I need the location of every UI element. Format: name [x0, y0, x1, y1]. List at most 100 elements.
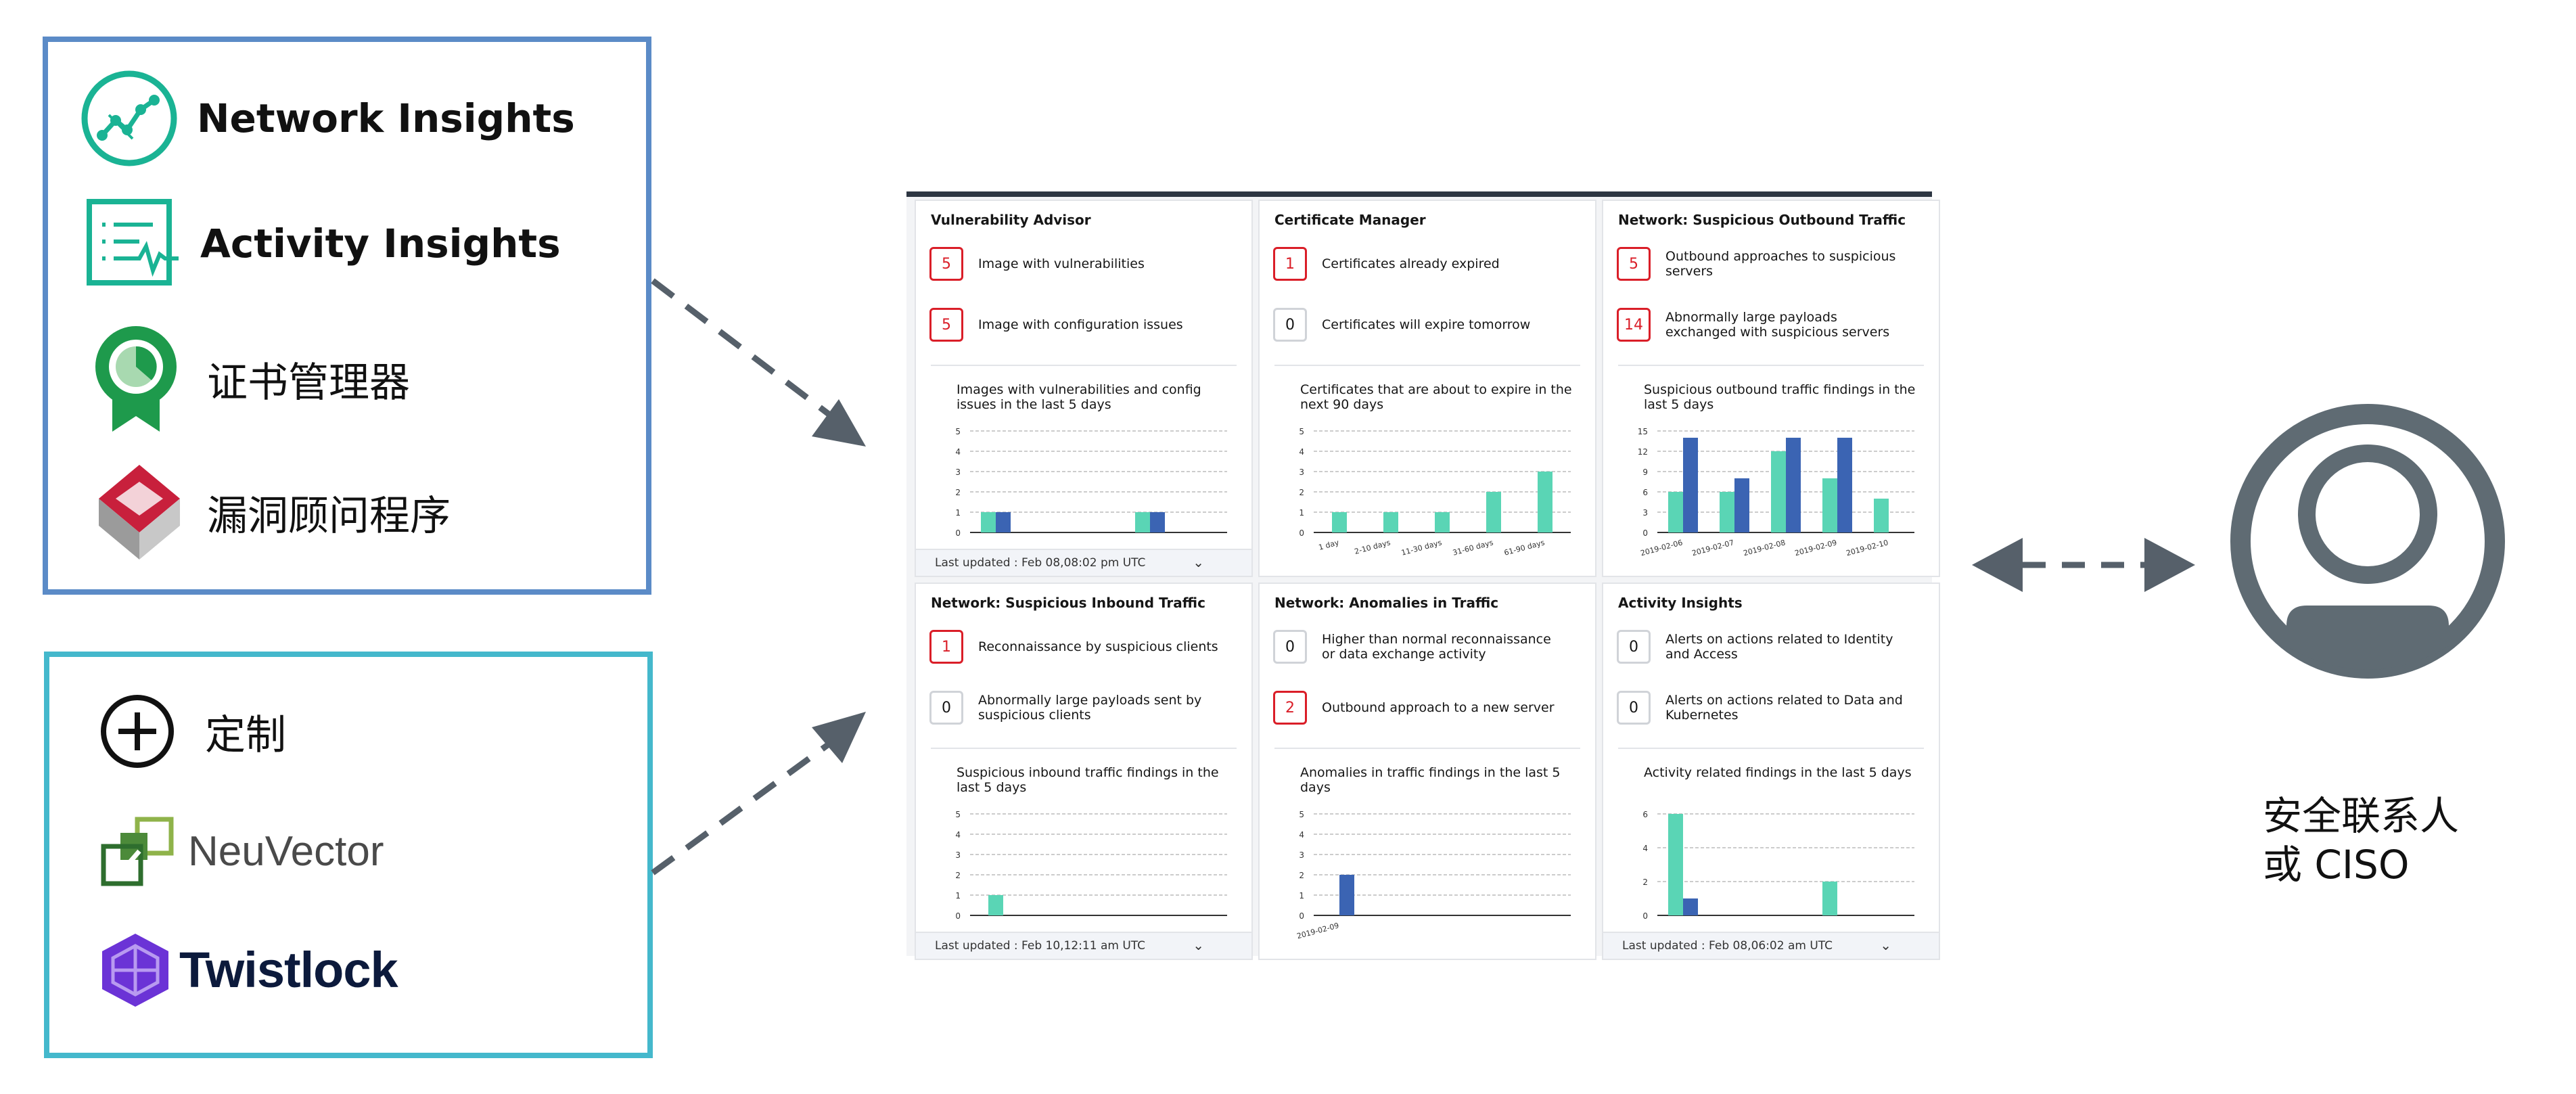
count-badge: 0	[1273, 630, 1307, 664]
x-tick-label: 2019-02-06	[1640, 538, 1684, 557]
count-badge: 1	[1273, 247, 1307, 281]
chart-title: Suspicious inbound traffic findings in t…	[957, 765, 1219, 795]
y-tick-label: 2	[1299, 488, 1304, 497]
count-badge: 5	[929, 247, 963, 281]
count-badge: 0	[1617, 691, 1651, 725]
panel-metric-row[interactable]: 0 Higher than normal reconnaissance or da…	[1273, 630, 1565, 664]
dashboard-panel[interactable]: Network: Suspicious Inbound Traffic 1 Reco…	[915, 583, 1253, 960]
metric-label: Higher than normal reconnaissance or dat…	[1322, 632, 1551, 662]
findings-bar-chart: 0 1 2 3 4 5 1 day 2-10 days 11-30 days 31-60 days…	[1299, 427, 1571, 557]
metric-label: Alerts on actions related to Identity an…	[1665, 632, 1893, 662]
y-tick-label: 1	[1299, 891, 1304, 901]
count-badge: 0	[1273, 308, 1307, 342]
divider	[931, 365, 1237, 366]
panel-metric-row[interactable]: 5 Image with vulnerabilities	[929, 247, 1222, 281]
panel-metric-row[interactable]: 1 Reconnaissance by suspicious clients	[929, 630, 1222, 664]
divider	[931, 748, 1237, 749]
findings-bar-chart: 0 3 6 9 12 15 2019-02-06 2019-02-07 2019-02-08 20…	[1638, 427, 1914, 557]
x-tick-label: 2019-02-07	[1691, 538, 1735, 557]
chart-bar	[1734, 478, 1749, 532]
y-tick-label: 0	[955, 528, 961, 538]
count-badge: 2	[1273, 691, 1307, 725]
panel-metric-row[interactable]: 0 Alerts on actions related to Identity a…	[1617, 630, 1909, 664]
y-tick-label: 4	[1299, 447, 1304, 457]
dashboard-panel[interactable]: Activity Insights 0 Alerts on actions rela…	[1602, 583, 1940, 960]
panel-metric-row[interactable]: 0 Alerts on actions related to Data and K…	[1617, 691, 1909, 725]
y-tick-label: 2	[1299, 871, 1304, 880]
chart-bar	[1683, 898, 1698, 915]
user-avatar-icon	[2230, 404, 2505, 679]
panel-metric-row[interactable]: 14 Abnormally large payloads exchanged wi…	[1617, 308, 1909, 342]
x-tick-label: 2019-02-09	[1296, 921, 1340, 940]
arrow-dashboard-to-contact	[1972, 538, 2195, 592]
divider	[1274, 365, 1580, 366]
dashboard-panel[interactable]: Vulnerability Advisor 5 Image with vulnera…	[915, 200, 1253, 577]
arrow-tools-to-dashboard	[651, 278, 866, 447]
chart-bar	[1837, 438, 1852, 532]
security-dashboard: Vulnerability Advisor 5 Image with vulnera…	[906, 191, 1940, 960]
metric-label: Abnormally large payloads exchanged with…	[1665, 310, 1890, 340]
x-tick-label: 2019-02-10	[1845, 538, 1889, 557]
chart-bar	[1383, 512, 1398, 532]
contact-caption: 安全联系人 或 CISO	[2263, 792, 2459, 889]
y-tick-label: 1	[1299, 508, 1304, 518]
chart-bar	[1339, 875, 1354, 915]
metric-label: Outbound approach to a new server	[1322, 700, 1555, 715]
chart-bar	[1668, 492, 1683, 532]
divider	[1618, 365, 1924, 366]
metric-label: Abnormally large payloads sent by suspic…	[978, 693, 1202, 723]
panel-metric-row[interactable]: 0 Abnormally large payloads sent by suspi…	[929, 691, 1222, 725]
panel-metric-row[interactable]: 5 Image with configuration issues	[929, 308, 1222, 342]
chart-bar	[996, 512, 1011, 532]
panel-title: Vulnerability Advisor	[931, 212, 1091, 228]
panel-metric-row[interactable]: 2 Outbound approach to a new server	[1273, 691, 1565, 725]
dashboard-panel[interactable]: Network: Anomalies in Traffic 0 Higher tha…	[1258, 583, 1596, 960]
panel-metric-row[interactable]: 1 Certificates already expired	[1273, 247, 1565, 281]
chart-bar	[1822, 478, 1837, 532]
y-tick-label: 0	[1642, 911, 1648, 921]
findings-bar-chart: 0 1 2 3 4 5	[955, 427, 1227, 538]
count-badge: 5	[929, 308, 963, 342]
x-tick-label: 1 day	[1318, 538, 1341, 552]
findings-bar-chart: 0 2 4 6	[1642, 810, 1914, 921]
y-tick-label: 0	[1642, 528, 1648, 538]
y-tick-label: 1	[955, 891, 961, 901]
metric-label: Reconnaissance by suspicious clients	[978, 639, 1218, 654]
panel-title: Network: Suspicious Outbound Traffic	[1618, 212, 1906, 228]
y-tick-label: 9	[1642, 468, 1648, 477]
chart-bar	[1786, 438, 1801, 532]
panel-title: Network: Anomalies in Traffic	[1274, 595, 1499, 611]
findings-bar-chart: 0 1 2 3 4 5	[955, 810, 1227, 921]
y-tick-label: 3	[1299, 850, 1304, 860]
y-tick-label: 15	[1638, 427, 1648, 436]
panel-metric-row[interactable]: 5 Outbound approaches to suspicious serve…	[1617, 247, 1909, 281]
chart-title: Activity related findings in the last 5 …	[1644, 765, 1912, 780]
findings-bar-chart: 0 1 2 3 4 5 2019-02-09	[1296, 810, 1571, 940]
metric-label: Image with vulnerabilities	[978, 256, 1145, 271]
chart-bar	[1538, 472, 1552, 532]
dashboard-panel[interactable]: Network: Suspicious Outbound Traffic 5 Out…	[1602, 200, 1940, 577]
y-tick-label: 4	[955, 830, 961, 840]
x-tick-label: 2019-02-08	[1743, 538, 1787, 557]
y-tick-label: 1	[955, 508, 961, 518]
chart-bar	[1822, 882, 1837, 915]
chart-bar	[1683, 438, 1698, 532]
panel-title: Network: Suspicious Inbound Traffic	[931, 595, 1205, 611]
dashboard-panel[interactable]: Certificate Manager 1 Certificates already…	[1258, 200, 1596, 577]
y-tick-label: 3	[1642, 508, 1648, 518]
chart-bar	[1874, 499, 1889, 532]
metric-label: Image with configuration issues	[978, 317, 1183, 332]
chart-bar	[981, 512, 996, 532]
y-tick-label: 0	[1299, 528, 1304, 538]
x-tick-label: 61-90 days	[1503, 538, 1546, 557]
chart-bar	[1771, 451, 1786, 532]
panel-metric-row[interactable]: 0 Certificates will expire tomorrow	[1273, 308, 1565, 342]
contact-line-1: 安全联系人	[2263, 793, 2460, 839]
chart-bar	[1486, 492, 1501, 532]
y-tick-label: 5	[1299, 810, 1304, 819]
divider	[1618, 748, 1924, 749]
y-tick-label: 5	[955, 810, 961, 819]
chart-bar	[1150, 512, 1165, 532]
chart-title: Anomalies in traffic findings in the las…	[1300, 765, 1561, 795]
y-tick-label: 2	[955, 488, 961, 497]
